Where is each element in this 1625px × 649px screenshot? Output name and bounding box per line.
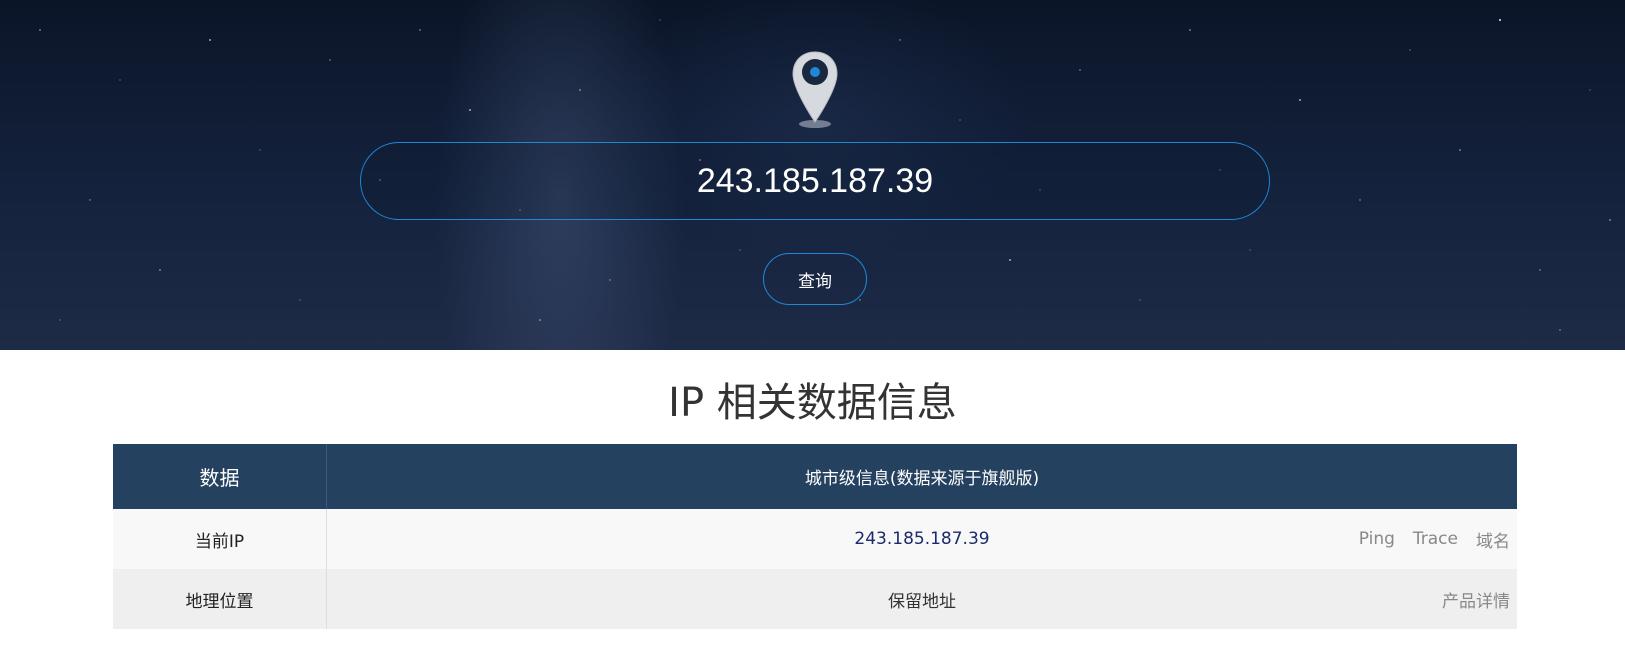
ip-search-input[interactable]: 243.185.187.39 — [360, 142, 1270, 220]
query-button[interactable]: 查询 — [763, 253, 867, 305]
header-city-info-column: 城市级信息(数据来源于旗舰版) — [804, 469, 1040, 489]
ip-search-value: 243.185.187.39 — [696, 161, 934, 200]
hero-banner: 243.185.187.39 查询 — [0, 0, 1625, 350]
ping-link[interactable]: Ping — [1359, 529, 1395, 549]
row-label-current-ip: 当前IP — [113, 509, 327, 569]
location-value: 保留地址 — [888, 591, 956, 612]
row-value-cell: 243.185.187.39 Ping Trace 域名 — [327, 509, 1517, 569]
row-label-location: 地理位置 — [113, 569, 327, 629]
table-header-row: 数据 城市级信息(数据来源于旗舰版) — [113, 444, 1517, 509]
map-pin-icon — [792, 51, 838, 128]
product-details-link[interactable]: 产品详情 — [1442, 587, 1510, 612]
trace-link[interactable]: Trace — [1413, 529, 1458, 549]
section-title: IP 相关数据信息 — [668, 380, 957, 426]
current-ip-value: 243.185.187.39 — [854, 529, 990, 549]
table-row: 地理位置 保留地址 产品详情 — [113, 569, 1517, 629]
header-data-column: 数据 — [113, 444, 327, 509]
ip-info-table: 数据 城市级信息(数据来源于旗舰版) 当前IP 243.185.187.39 P… — [113, 444, 1517, 629]
table-row: 当前IP 243.185.187.39 Ping Trace 域名 — [113, 509, 1517, 569]
location-actions: 产品详情 — [1442, 569, 1510, 629]
row-value-cell: 保留地址 产品详情 — [327, 569, 1517, 629]
domain-link[interactable]: 域名 — [1476, 527, 1510, 552]
ip-actions: Ping Trace 域名 — [1359, 509, 1510, 569]
